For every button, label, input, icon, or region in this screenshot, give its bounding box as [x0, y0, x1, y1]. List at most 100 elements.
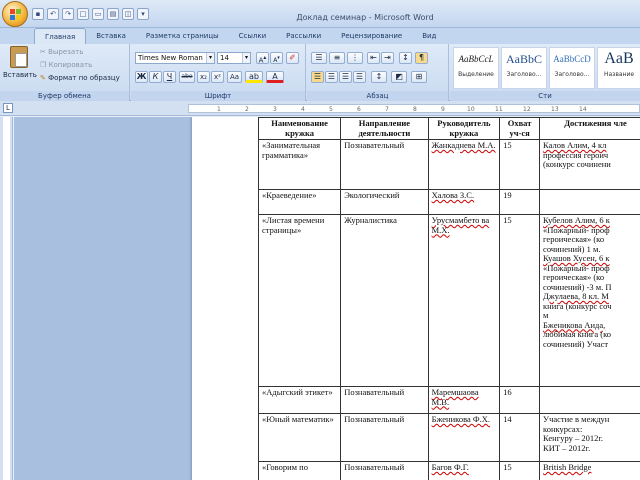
style-name: Заголово... [506, 71, 542, 78]
paragraph-group: ☰ ≡ ⋮ ⇤ ⇥ ↕ ¶ ☰ ☰ ☰ ☰ ↕ ◩ ⊞ Абзац [307, 44, 449, 101]
line-spacing-icon[interactable]: ↕ [371, 71, 387, 83]
direction-cell: Познавательный [340, 386, 429, 414]
header-cell: Охват уч-ся [499, 117, 541, 140]
club-name-cell: «Занимательная грамматика» [257, 139, 342, 190]
change-case-button[interactable]: Aa [227, 71, 242, 83]
font-color-button[interactable]: A [266, 71, 284, 83]
superscript-button[interactable]: x² [211, 71, 224, 83]
style-sample: AaBbC [506, 52, 542, 66]
club-name-cell: «Краеведение» [257, 189, 342, 215]
leader-cell: Бженикова Ф.Х. [427, 413, 501, 462]
vertical-ruler [0, 117, 13, 480]
tab-review[interactable]: Рецензирование [331, 28, 412, 44]
shrink-font-button[interactable]: A▾ [270, 52, 283, 64]
club-name-cell: «Говорим по [257, 461, 342, 480]
paste-label: Вставить [3, 71, 37, 79]
decrease-indent-icon[interactable]: ⇤ [367, 52, 380, 64]
club-name-cell: «Адыгский этикет» [257, 386, 342, 414]
ruler-tick: 12 [523, 106, 531, 113]
ruler-tick: 11 [495, 106, 503, 113]
copy-button[interactable]: ❐ Копировать [40, 60, 92, 70]
document-page[interactable]: Наименование кружка Направление деятельн… [192, 117, 640, 480]
font-size-combo[interactable]: 14 ▾ [217, 52, 251, 64]
vertical-ruler-strip[interactable] [3, 117, 10, 480]
tab-home[interactable]: Главная [34, 28, 87, 44]
align-left-icon[interactable]: ☰ [311, 71, 324, 83]
style-emphasis[interactable]: AaBbCcL Выделение [453, 47, 499, 89]
style-name: Выделение [458, 71, 494, 78]
document-area[interactable]: Наименование кружка Направление деятельн… [14, 117, 640, 480]
multilevel-list-icon[interactable]: ⋮ [347, 52, 363, 64]
chevron-down-icon: ▾ [242, 53, 250, 63]
highlight-button[interactable]: ab [245, 71, 263, 83]
ruler-tick: 9 [441, 106, 445, 113]
strikethrough-button[interactable]: abe [179, 71, 195, 83]
achievements-cell: Участие в междун конкурсах: Кенгуру – 20… [539, 413, 640, 462]
bullets-icon[interactable]: ☰ [311, 52, 327, 64]
style-sample: AaBbCcD [553, 54, 591, 64]
achievements-cell: British Bridge [539, 461, 640, 480]
clipboard-group: Вставить ✂ Вырезать ❐ Копировать ✎ Форма… [0, 44, 130, 101]
subscript-button[interactable]: x₂ [197, 71, 210, 83]
direction-cell: Познавательный [340, 461, 429, 480]
tab-insert[interactable]: Вставка [86, 28, 136, 44]
style-name: Заголово... [554, 71, 590, 78]
ribbon-tabs: Главная Вставка Разметка страницы Ссылки… [0, 28, 640, 44]
borders-icon[interactable]: ⊞ [411, 71, 427, 83]
font-group-label: Шрифт [131, 91, 305, 101]
align-right-icon[interactable]: ☰ [339, 71, 352, 83]
numbering-icon[interactable]: ≡ [329, 52, 345, 64]
clear-formatting-button[interactable]: ✐ [286, 52, 299, 64]
clubs-table: Наименование кружка Направление деятельн… [257, 117, 640, 480]
copy-icon: ❐ [40, 61, 49, 69]
format-painter-button[interactable]: ✎ Формат по образцу [40, 73, 120, 83]
count-cell: 15 [499, 139, 541, 190]
ruler-tick: 4 [301, 106, 305, 113]
paragraph-group-label: Абзац [307, 91, 448, 101]
style-heading-2[interactable]: AaBbCcD Заголово... [549, 47, 595, 89]
justify-icon[interactable]: ☰ [353, 71, 366, 83]
count-cell: 15 [499, 461, 541, 480]
shading-icon[interactable]: ◩ [391, 71, 407, 83]
table-row: «Адыгский этикет» Познавательный Маремша… [257, 386, 640, 414]
leader-cell: Жанкаднева М.А. [427, 139, 501, 190]
tab-references[interactable]: Ссылки [229, 28, 277, 44]
ruler-tick: 7 [385, 106, 389, 113]
show-marks-icon[interactable]: ¶ [415, 52, 428, 64]
direction-cell: Журналистика [340, 214, 429, 387]
leader-cell: Маремшаова М.В. [427, 386, 501, 414]
ruler-tick: 6 [357, 106, 361, 113]
ruler-strip[interactable]: 1 2 3 4 5 6 7 8 9 10 11 12 13 14 [188, 104, 640, 113]
header-cell: Достижения чле [539, 117, 640, 140]
ruler-tick: 13 [551, 106, 559, 113]
ribbon: Вставить ✂ Вырезать ❐ Копировать ✎ Форма… [0, 44, 640, 101]
grow-font-button[interactable]: A▴ [256, 52, 269, 64]
table-row: «Листая времени страницы» Журналистика У… [257, 214, 640, 387]
header-cell: Направление деятельности [340, 117, 429, 140]
italic-button[interactable]: К [149, 71, 162, 83]
sort-icon[interactable]: ↕ [399, 52, 412, 64]
ruler-tick: 14 [579, 106, 587, 113]
font-group: Times New Roman ▾ 14 ▾ A▴ A▾ ✐ Ж К Ч abe x… [131, 44, 306, 101]
tab-view[interactable]: Вид [412, 28, 446, 44]
style-title[interactable]: AaB Название [597, 47, 640, 89]
align-center-icon[interactable]: ☰ [325, 71, 338, 83]
cut-button[interactable]: ✂ Вырезать [40, 47, 83, 57]
clipboard-group-label: Буфер обмена [0, 91, 129, 101]
leader-cell: Багов Ф.Г. [427, 461, 501, 480]
tab-selector-button[interactable]: L [3, 103, 13, 113]
tab-page-layout[interactable]: Разметка страницы [136, 28, 229, 44]
achievements-cell: Калов Алим, 4 кл профессия героич (конку… [539, 139, 640, 190]
bold-button[interactable]: Ж [135, 71, 148, 83]
count-cell: 14 [499, 413, 541, 462]
underline-button[interactable]: Ч [163, 71, 176, 83]
increase-indent-icon[interactable]: ⇥ [381, 52, 394, 64]
style-heading-1[interactable]: AaBbC Заголово... [501, 47, 547, 89]
style-sample: AaBbCcL [458, 54, 494, 64]
direction-cell: Экологический [340, 189, 429, 215]
font-name-combo[interactable]: Times New Roman ▾ [135, 52, 215, 64]
achievements-cell [539, 386, 640, 414]
count-cell: 15 [499, 214, 541, 387]
tab-mailings[interactable]: Рассылки [276, 28, 331, 44]
paste-button[interactable]: Вставить [3, 46, 37, 88]
